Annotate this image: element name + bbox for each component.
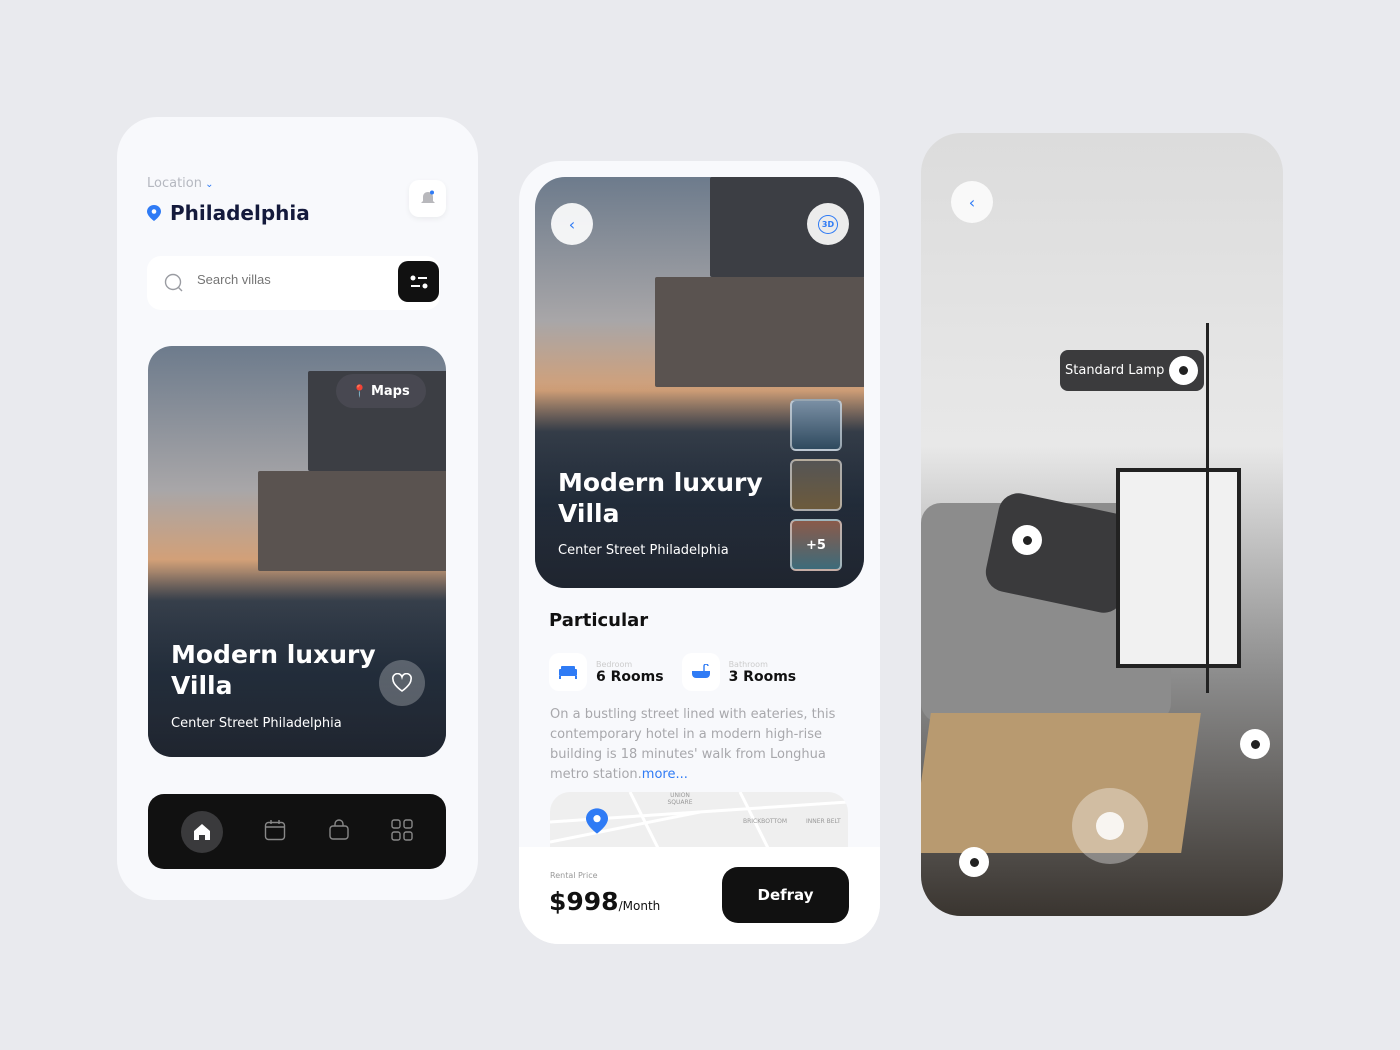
villa-title: Modern luxury Villa (558, 468, 763, 528)
filter-button[interactable] (398, 261, 439, 302)
hotspot-chair[interactable] (1240, 729, 1270, 759)
chevron-down-icon: ⌄ (201, 179, 214, 190)
coffee-table (921, 713, 1201, 853)
hotspot-cushion[interactable] (1012, 525, 1042, 555)
ar-view-screen: ‹ Standard Lamp (921, 133, 1283, 916)
back-button[interactable]: ‹ (951, 181, 993, 223)
villa-detail-screen: ‹ 3D +5 Modern luxury Villa Center Street… (519, 161, 880, 944)
villa-title: Modern luxury Villa (171, 640, 376, 700)
thumbnail[interactable] (790, 399, 842, 451)
location-dropdown[interactable]: Location ⌄ (147, 176, 214, 191)
villa-address: Center Street Philadelphia (558, 543, 729, 558)
villa-card[interactable]: 📍 Maps Modern luxury Villa Center Street P… (148, 346, 446, 757)
search-input[interactable] (197, 272, 377, 287)
city-name: Philadelphia (170, 201, 310, 225)
map-pin-icon: 📍 (352, 384, 367, 398)
capture-button[interactable] (1072, 788, 1148, 864)
booking-bar: Rental Price $998/Month Defray (519, 847, 880, 944)
nav-home[interactable] (180, 810, 223, 853)
map-preview[interactable]: UNION SQUARE BRICKBOTTOM INNER BELT (550, 792, 848, 852)
nav-grid[interactable] (391, 818, 413, 845)
villa-hero-image: ‹ 3D +5 Modern luxury Villa Center Street… (535, 177, 864, 588)
home-icon (193, 823, 210, 840)
feature-bedroom: Bedroom 6 Rooms (549, 653, 664, 691)
nav-bag[interactable] (328, 818, 350, 845)
heart-icon (392, 673, 412, 692)
chevron-left-icon: ‹ (568, 214, 576, 234)
notification-button[interactable] (409, 180, 446, 217)
bed-icon (559, 666, 577, 679)
thumbnail[interactable] (790, 459, 842, 511)
more-photos-thumbnail[interactable]: +5 (790, 519, 842, 571)
price: $998/Month (549, 887, 661, 916)
location-pin-icon (147, 205, 161, 221)
calendar-icon (265, 819, 286, 840)
features: Bedroom 6 Rooms Bathroom 3 Rooms (549, 653, 796, 691)
picture-frame (1116, 468, 1241, 668)
rotate-3d-icon: 3D (817, 214, 839, 234)
description: On a bustling street lined with eateries… (550, 707, 836, 782)
view-3d-button[interactable]: 3D (807, 203, 849, 245)
hotspot-rug[interactable] (959, 847, 989, 877)
search-bar (147, 256, 440, 310)
hotspot-icon (1169, 356, 1199, 385)
more-link[interactable]: more... (642, 767, 688, 782)
bathtub-icon (691, 664, 710, 678)
chevron-left-icon: ‹ (968, 192, 976, 212)
villa-address: Center Street Philadelphia (171, 716, 342, 731)
back-button[interactable]: ‹ (551, 203, 593, 245)
filter-icon (410, 275, 427, 288)
standard-lamp-tag[interactable]: Standard Lamp (1060, 350, 1205, 391)
section-title: Particular (549, 610, 649, 631)
grid-icon (391, 818, 413, 841)
defray-button[interactable]: Defray (722, 867, 849, 923)
bag-icon (329, 818, 349, 840)
bottom-nav (148, 794, 446, 869)
bell-icon (420, 190, 435, 203)
search-icon (164, 273, 183, 292)
favorite-button[interactable] (379, 660, 425, 706)
home-screen: Location ⌄ Philadelphia 📍Maps Modern lux… (117, 117, 478, 900)
feature-bathroom: Bathroom 3 Rooms (681, 653, 796, 691)
nav-calendar[interactable] (264, 819, 286, 845)
maps-button[interactable]: 📍 Maps (336, 374, 426, 408)
location-pin-icon (586, 808, 608, 834)
